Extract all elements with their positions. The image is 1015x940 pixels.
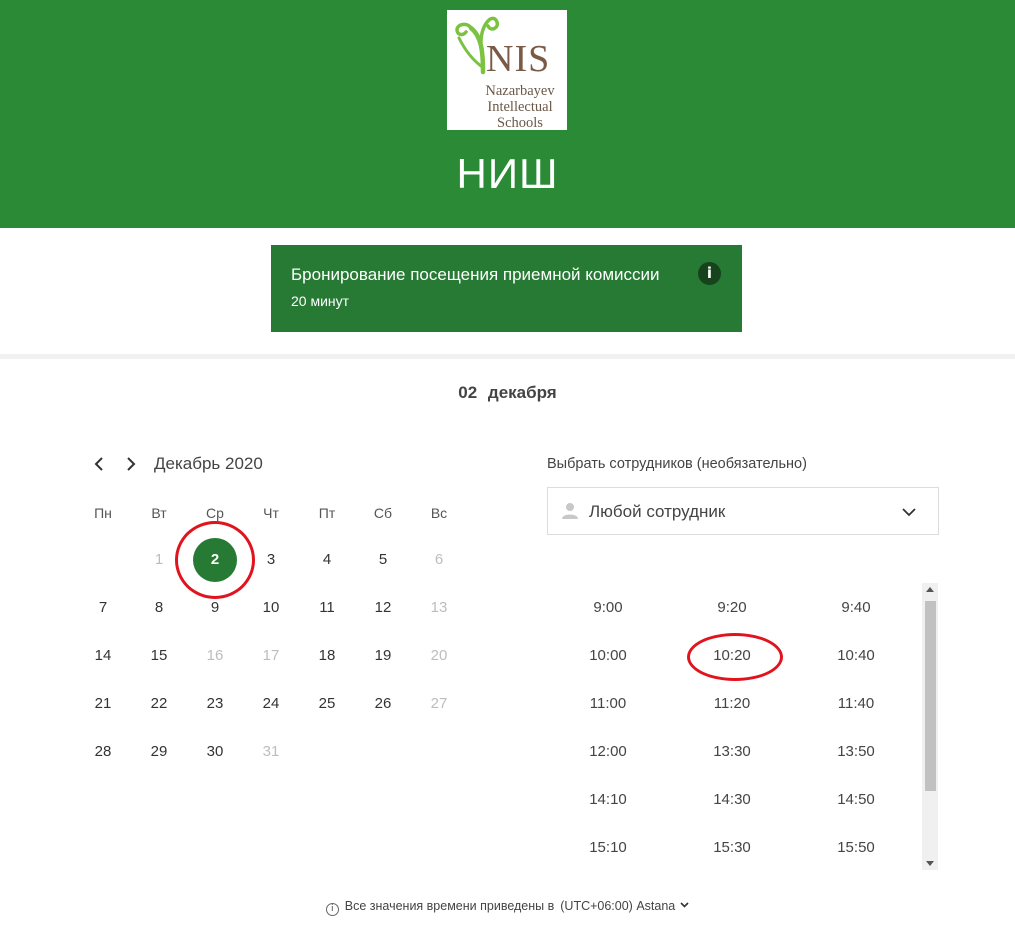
weekday-header: Пт (318, 505, 336, 521)
calendar-day[interactable]: 30 (195, 732, 235, 772)
time-slot[interactable]: 15:10 (563, 839, 653, 856)
weekday-header: Чт (263, 505, 279, 521)
time-slot[interactable]: 15:50 (811, 839, 901, 856)
service-title: Бронирование посещения приемной комиссии (291, 265, 660, 284)
info-icon[interactable]: i (698, 262, 721, 285)
section-divider (0, 354, 1015, 359)
timezone-note: i Все значения времени приведены в (UTC+06… (0, 899, 1015, 916)
time-slot[interactable]: 9:20 (687, 599, 777, 616)
weekday-header: Пн (94, 505, 112, 521)
staff-dropdown[interactable]: Любой сотрудник (547, 487, 939, 535)
weekday-header: Ср (206, 505, 224, 521)
calendar-day: 27 (430, 695, 448, 712)
brand-title: НИШ (456, 150, 559, 197)
logo-line-3: Schools (497, 115, 543, 130)
time-slot[interactable]: 14:10 (563, 791, 653, 808)
next-month-button[interactable] (119, 452, 143, 476)
calendar-day[interactable]: 29 (139, 732, 179, 772)
calendar-day-selected[interactable]: 2 (193, 538, 237, 582)
calendar-day[interactable]: 23 (195, 684, 235, 724)
scroll-thumb[interactable] (925, 601, 936, 791)
selected-date-heading: 02 декабря (0, 383, 1015, 403)
calendar-day[interactable]: 15 (139, 636, 179, 676)
scroll-up-icon[interactable] (926, 587, 934, 592)
calendar-day[interactable]: 21 (83, 684, 123, 724)
time-slot[interactable]: 11:40 (811, 695, 901, 712)
time-slot[interactable]: 9:00 (563, 599, 653, 616)
staff-label: Выбрать сотрудников (необязательно) (547, 456, 807, 472)
selected-month: декабря (487, 383, 557, 402)
weekday-header: Вс (430, 505, 448, 521)
prev-month-button[interactable] (87, 452, 111, 476)
calendar-day[interactable]: 12 (363, 588, 403, 628)
calendar-day: 20 (430, 647, 448, 664)
header-banner: NIS Nazarbayev Intellectual Schools НИШ (0, 0, 1015, 228)
time-slot[interactable]: 13:30 (687, 743, 777, 760)
time-slot[interactable]: 13:50 (811, 743, 901, 760)
calendar-day[interactable]: 8 (139, 588, 179, 628)
time-slot[interactable]: 14:50 (811, 791, 901, 808)
calendar-day: 6 (434, 551, 444, 568)
scroll-down-icon[interactable] (926, 861, 934, 866)
timezone-selector[interactable]: (UTC+06:00) Astana (560, 899, 675, 913)
logo-line-1: Nazarbayev (485, 83, 555, 99)
calendar-day[interactable]: 4 (307, 540, 347, 580)
calendar-day: 31 (262, 743, 280, 760)
month-label: Декабрь 2020 (154, 454, 263, 473)
calendar-day: 1 (154, 551, 164, 568)
calendar-day[interactable]: 10 (251, 588, 291, 628)
time-slot[interactable]: 10:20 (687, 647, 777, 664)
calendar-day[interactable]: 3 (251, 540, 291, 580)
time-slot[interactable]: 11:20 (687, 695, 777, 712)
calendar-day[interactable]: 24 (251, 684, 291, 724)
time-slot[interactable]: 10:40 (811, 647, 901, 664)
selected-day: 02 (458, 383, 478, 402)
calendar-day[interactable]: 19 (363, 636, 403, 676)
service-card[interactable]: Бронирование посещения приемной комиссии… (271, 245, 742, 332)
calendar-day[interactable]: 5 (363, 540, 403, 580)
calendar-day: 13 (430, 599, 448, 616)
chevron-left-icon (94, 457, 103, 471)
calendar-day[interactable]: 18 (307, 636, 347, 676)
service-duration: 20 минут (291, 293, 350, 309)
calendar-day: 17 (262, 647, 280, 664)
calendar-day[interactable]: 11 (307, 588, 347, 628)
calendar-day: 16 (206, 647, 224, 664)
time-slot[interactable]: 15:30 (687, 839, 777, 856)
chevron-right-icon (127, 457, 136, 471)
info-circle-icon: i (325, 903, 339, 916)
chevron-down-icon[interactable] (680, 902, 689, 908)
calendar-day[interactable]: 7 (83, 588, 123, 628)
person-icon (562, 503, 578, 519)
weekday-header: Вт (151, 505, 167, 521)
calendar-day[interactable]: 14 (83, 636, 123, 676)
time-slot[interactable]: 12:00 (563, 743, 653, 760)
timezone-text: Все значения времени приведены в (344, 899, 555, 913)
calendar-day[interactable]: 28 (83, 732, 123, 772)
time-slot[interactable]: 11:00 (563, 695, 653, 712)
slots-scrollbar[interactable] (922, 583, 938, 870)
calendar-day[interactable]: 22 (139, 684, 179, 724)
staff-value: Любой сотрудник (589, 502, 726, 521)
chevron-down-icon (902, 508, 916, 517)
calendar-day[interactable]: 26 (363, 684, 403, 724)
weekday-header: Сб (373, 505, 393, 521)
calendar-day[interactable]: 25 (307, 684, 347, 724)
nis-logo: NIS Nazarbayev Intellectual Schools (447, 10, 567, 130)
time-slot[interactable]: 9:40 (811, 599, 901, 616)
time-slot[interactable]: 14:30 (687, 791, 777, 808)
time-slot[interactable]: 10:00 (563, 647, 653, 664)
logo-line-2: Intellectual (487, 99, 553, 115)
calendar-day[interactable]: 9 (195, 588, 235, 628)
logo-wordmark: NIS (486, 38, 551, 80)
